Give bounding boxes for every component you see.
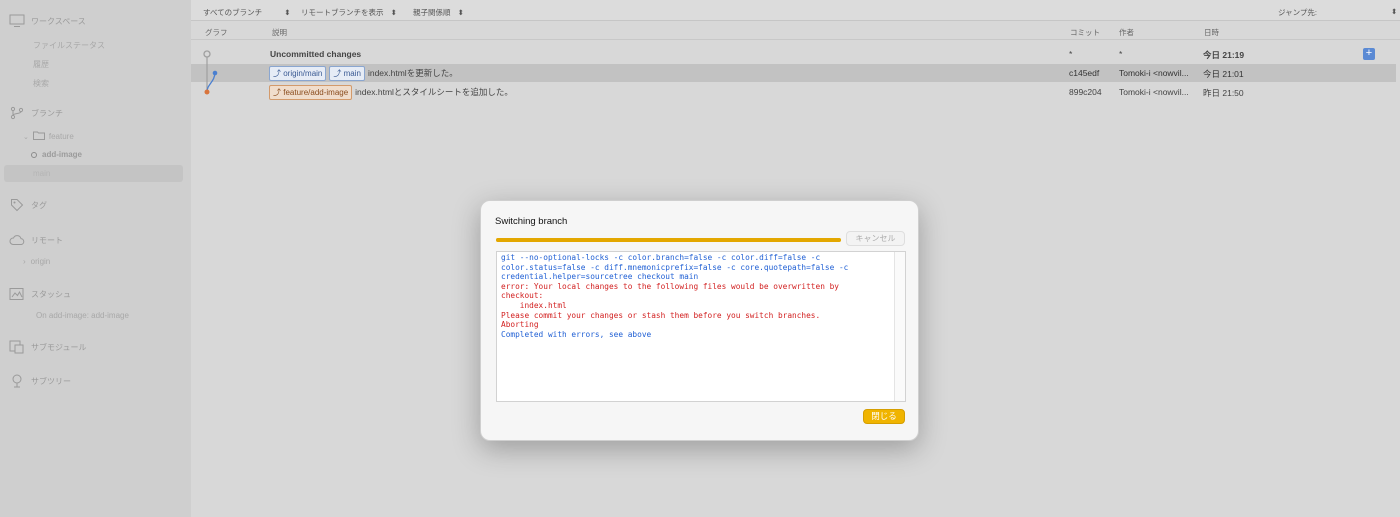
commit-description: Uncommitted changes [270,49,362,59]
sidebar-section-label: ワークスペース [31,16,86,26]
log-line: git --no-optional-locks -c color.branch=… [501,253,821,262]
sidebar-branch-main[interactable]: main [33,169,50,178]
log-line: Aborting [501,320,539,330]
commit-node-icon [204,89,210,95]
column-commit[interactable]: コミット [1070,27,1100,38]
chevron-right-icon: › [23,257,26,266]
log-line: checkout: [501,291,544,301]
monitor-icon [9,14,25,28]
sidebar-section-label: スタッシュ [31,289,71,299]
sidebar-section-label: タグ [31,200,47,210]
commit-node-icon [212,70,218,76]
sidebar-stash-item[interactable]: On add-image: add-image [36,311,129,320]
column-date[interactable]: 日時 [1204,27,1219,38]
commit-row-uncommitted[interactable]: Uncommitted changes * * 今日 21:19 + [191,45,1396,63]
commit-row-899c204[interactable]: ⤴ feature/add-image index.htmlとスタイルシートを追加… [191,83,1396,101]
log-line: credential.helper=sourcetree checkout ma… [501,272,699,282]
sidebar-section-branches[interactable]: ブランチ [9,106,63,120]
sidebar-item-file-status[interactable]: ファイルステータス [33,40,105,51]
sidebar-section-workspace[interactable]: ワークスペース [9,14,86,28]
log-line: color.status=false -c diff.mnemonicprefi… [501,262,849,272]
jump-to-select[interactable]: ⬍ [1391,7,1397,16]
sidebar-item-history[interactable]: 履歴 [33,59,49,70]
sidebar-section-remotes[interactable]: リモート [9,233,63,247]
remote-label: origin [30,257,51,266]
column-description[interactable]: 説明 [272,27,287,38]
jump-to-label: ジャンプ先: [1278,8,1317,17]
sidebar-section-subtrees[interactable]: サブツリー [9,374,71,388]
log-toolbar: すべてのブランチ ⬍ リモートブランチを表示 ⬍ 親子関係順 ⬍ ジャンプ先: … [191,0,1400,21]
branch-icon [9,106,25,120]
commit-author: Tomoki-i <nowvil... [1119,68,1189,78]
sidebar-remote-origin[interactable]: › origin [23,257,50,266]
commit-author: * [1119,49,1123,59]
sidebar-branch-add-image[interactable]: add-image [31,150,82,159]
progress-fill [496,238,841,242]
submodule-icon [9,340,25,354]
scrollbar[interactable] [894,252,905,401]
subtree-icon [9,374,25,388]
sidebar-section-stashes[interactable]: スタッシュ [9,287,71,301]
sidebar-section-label: サブモジュール [31,342,87,352]
folder-label: feature [48,132,74,141]
close-button[interactable]: 閉じる [863,409,905,424]
updown-chevron-icon: ⬍ [284,8,291,17]
column-author[interactable]: 作者 [1119,27,1134,38]
commit-description: index.htmlとスタイルシートを追加した。 [355,87,513,97]
updown-chevron-icon: ⬍ [457,8,464,17]
switching-branch-dialog: Switching branch キャンセル git --no-optional… [480,200,919,441]
sidebar-section-label: サブツリー [31,376,71,386]
commit-date: 今日 21:01 [1203,69,1244,79]
commit-hash: * [1069,49,1073,59]
commit-row-c145edf[interactable]: ⤴ origin/main ⤴ main index.htmlを更新した。 c145… [191,64,1396,82]
current-branch-icon [31,151,37,158]
stash-icon [9,287,25,301]
tag-icon [9,198,25,212]
commit-hash: c145edf [1069,68,1100,78]
sidebar: ワークスペース ファイルステータス 履歴 検索 ブランチ ⌄ feature a… [0,0,191,517]
cloud-icon [9,233,25,247]
commit-date: 昨日 21:50 [1203,88,1244,98]
output-log-text: git --no-optional-locks -c color.branch=… [501,253,893,339]
branch-tag-main: ⤴ main [329,66,365,81]
commit-graph [203,50,218,95]
folder-icon [32,131,45,142]
commit-description: index.htmlを更新した。 [367,68,458,78]
sidebar-section-label: リモート [31,235,63,245]
column-headers: グラフ 説明 コミット 作者 日時 [191,22,1400,40]
log-line: Completed with errors, see above [501,329,652,339]
branch-icon: ⤴ [333,69,342,78]
cancel-button[interactable]: キャンセル [846,231,905,246]
sidebar-item-search[interactable]: 検索 [33,78,49,89]
updown-chevron-icon: ⬍ [390,8,397,17]
commit-date: 今日 21:19 [1203,50,1245,60]
commit-hash: 899c204 [1069,87,1102,97]
remote-filter-select[interactable]: リモートブランチを表示 ⬍ [301,7,397,18]
dialog-title: Switching branch [495,216,568,227]
branch-filter-select[interactable]: すべてのブランチ ⬍ [203,7,291,18]
branch-tag-origin-main: ⤴ origin/main [269,66,327,81]
log-line: error: Your local changes to the followi… [501,281,839,291]
branch-icon: ⤴ [273,69,281,78]
sidebar-section-tags[interactable]: タグ [9,198,47,212]
commit-author: Tomoki-i <nowvil... [1119,87,1189,97]
sidebar-section-label: ブランチ [31,108,63,118]
progress-bar [496,238,841,242]
sidebar-selected-highlight [4,165,183,182]
branch-tag-feature-add-image: ⤴ feature/add-image [269,85,353,100]
order-filter-select[interactable]: 親子関係順 ⬍ [413,7,464,18]
log-line: index.html [501,300,567,310]
sidebar-folder-feature[interactable]: ⌄ feature [23,131,74,142]
uncommitted-node-icon [203,50,211,58]
log-line: Please commit your changes or stash them… [501,310,821,320]
branch-label: add-image [42,150,83,159]
column-graph[interactable]: グラフ [205,27,228,38]
output-log[interactable]: git --no-optional-locks -c color.branch=… [496,251,906,402]
add-icon[interactable]: + [1363,48,1375,60]
sidebar-section-submodules[interactable]: サブモジュール [9,340,86,354]
chevron-down-icon: ⌄ [23,133,29,141]
branch-icon: ⤴ [273,88,281,97]
